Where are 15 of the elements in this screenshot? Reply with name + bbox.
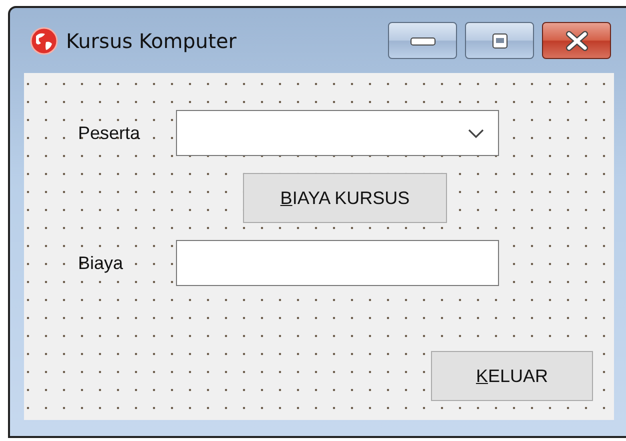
minimize-icon [408,34,436,46]
input-field[interactable] [176,240,499,286]
globe-icon [30,26,58,54]
window-title: Kursus Komputer [66,28,236,52]
maximize-button[interactable] [465,22,534,59]
dropdown-field[interactable] [176,110,499,156]
maximize-icon [492,32,508,48]
close-icon [564,30,590,50]
field-label: Peserta [77,122,142,144]
form-button[interactable]: BIAYA KURSUS [243,173,447,223]
chevron-down-icon [468,129,484,139]
close-button[interactable] [542,22,611,59]
field-label: Biaya [77,252,124,274]
form-button[interactable]: KELUAR [431,351,593,401]
minimize-button[interactable] [388,22,457,59]
